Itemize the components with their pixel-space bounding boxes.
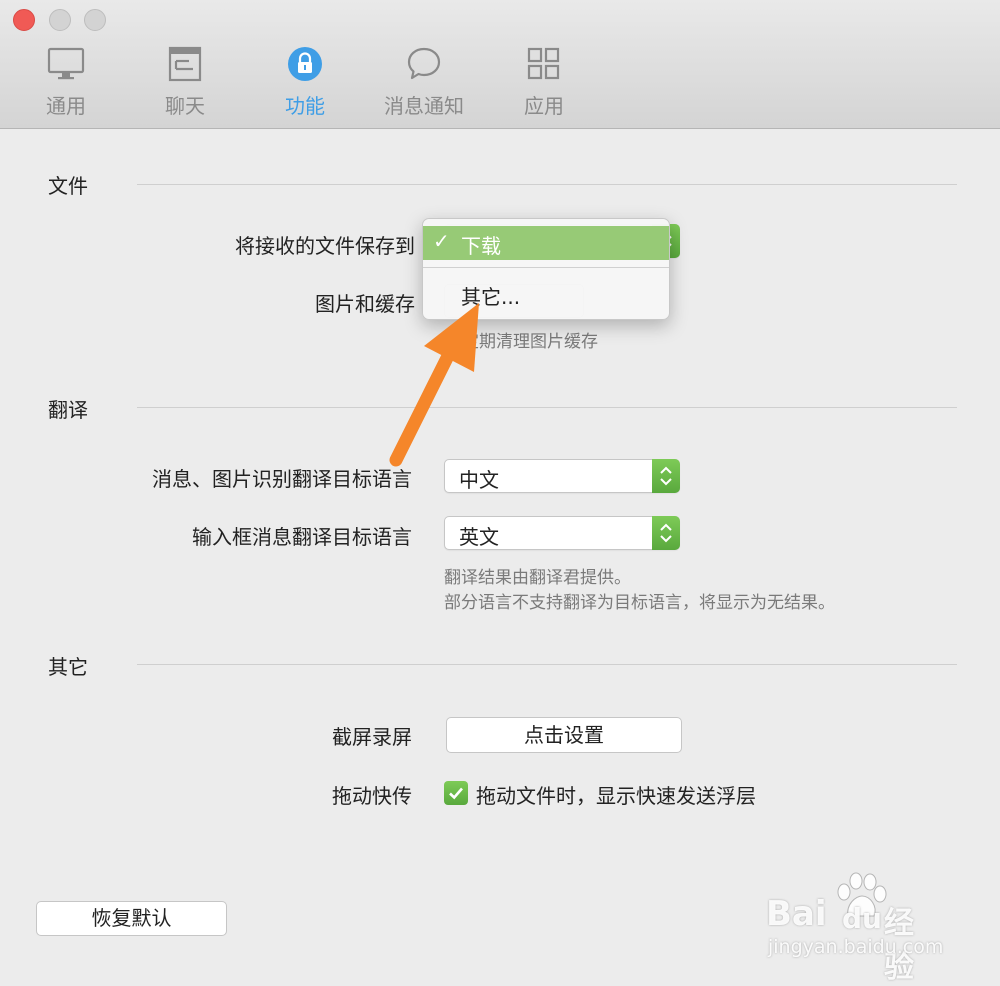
save-location-menu: ✓ 下载 其它... <box>422 218 670 320</box>
tab-general[interactable]: 通用 <box>16 44 116 119</box>
menu-item-other-label: 其它... <box>461 285 521 309</box>
file-section-divider <box>137 184 957 185</box>
screenshot-label: 截屏录屏 <box>332 725 412 749</box>
toolbar: 通用 聊天 功能 消息通知 应用 <box>0 0 1000 129</box>
images-cache-label: 图片和缓存 <box>315 292 415 316</box>
input-translate-value: 英文 <box>459 525 499 549</box>
watermark-brand2: du <box>842 902 882 935</box>
drag-transfer-label: 拖动快传 <box>332 784 412 808</box>
menu-item-downloads-label: 下载 <box>461 234 501 258</box>
input-translate-label: 输入框消息翻译目标语言 <box>192 525 412 549</box>
cache-hint: 定期清理图片缓存 <box>462 332 598 352</box>
chat-window-icon <box>168 46 202 82</box>
drag-transfer-checkbox[interactable] <box>444 781 468 805</box>
lock-icon <box>288 47 322 81</box>
menu-item-downloads[interactable]: ✓ 下载 <box>423 226 669 260</box>
other-section-title: 其它 <box>48 655 88 679</box>
translate-section-divider <box>137 407 957 408</box>
menu-separator <box>423 267 669 268</box>
tab-features[interactable]: 功能 <box>255 44 355 119</box>
close-window-button[interactable] <box>13 9 35 31</box>
minimize-window-button[interactable] <box>49 9 71 31</box>
restore-defaults-button[interactable]: 恢复默认 <box>36 901 227 936</box>
zoom-window-button[interactable] <box>84 9 106 31</box>
menu-item-other[interactable]: 其它... <box>423 277 669 311</box>
file-section-title: 文件 <box>48 174 88 198</box>
checkmark-icon <box>449 787 463 800</box>
monitor-icon <box>47 47 85 80</box>
translate-hint-line1: 翻译结果由翻译君提供。 <box>444 568 631 588</box>
select-stepper-icon <box>652 516 680 550</box>
speech-bubble-icon <box>407 47 441 80</box>
watermark-url: jingyan.baidu.com <box>768 936 944 958</box>
tab-apps[interactable]: 应用 <box>494 44 594 119</box>
drag-transfer-checkbox-label[interactable]: 拖动文件时，显示快速发送浮层 <box>476 780 756 809</box>
tab-notifications[interactable]: 消息通知 <box>374 44 474 119</box>
watermark-brand: Bai <box>766 894 827 934</box>
checkmark-icon: ✓ <box>433 229 450 253</box>
msg-img-translate-value: 中文 <box>459 468 499 492</box>
select-stepper-icon <box>652 459 680 493</box>
tab-chat-label: 聊天 <box>165 94 205 118</box>
save-to-label: 将接收的文件保存到 <box>235 234 415 258</box>
msg-img-translate-label: 消息、图片识别翻译目标语言 <box>152 467 412 491</box>
tab-chat[interactable]: 聊天 <box>135 44 235 119</box>
tab-notifications-label: 消息通知 <box>384 94 464 118</box>
tab-features-label: 功能 <box>285 94 325 118</box>
input-translate-select[interactable]: 英文 <box>444 516 680 550</box>
tab-apps-label: 应用 <box>524 94 564 118</box>
translate-section-title: 翻译 <box>48 398 88 422</box>
tab-general-label: 通用 <box>46 94 86 118</box>
other-section-divider <box>137 664 957 665</box>
grid-icon <box>527 47 560 80</box>
translate-hint-line2: 部分语言不支持翻译为目标语言，将显示为无结果。 <box>444 593 835 613</box>
preferences-window: 通用 聊天 功能 消息通知 应用 文件 将接收的文件保存到 图片和缓存 定期清理… <box>0 0 1000 985</box>
screenshot-settings-button[interactable]: 点击设置 <box>446 717 682 753</box>
msg-img-translate-select[interactable]: 中文 <box>444 459 680 493</box>
